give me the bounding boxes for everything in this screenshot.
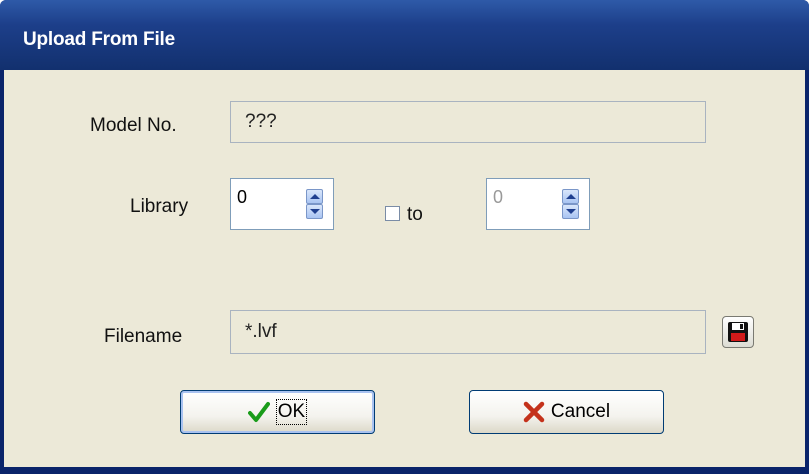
triangle-down-icon [565, 209, 576, 214]
title-bar[interactable]: Upload From File [0, 0, 809, 70]
cancel-button[interactable]: Cancel [469, 390, 664, 434]
ok-button[interactable]: OK [180, 390, 375, 434]
model-field: ??? [230, 101, 706, 143]
library-to-spinner[interactable]: 0 [486, 178, 590, 230]
browse-file-button[interactable] [722, 316, 754, 348]
library-to-value[interactable]: 0 [493, 187, 503, 208]
triangle-up-icon [309, 194, 320, 199]
window-title: Upload From File [23, 29, 175, 50]
model-label: Model No. [90, 115, 177, 136]
library-to-label[interactable]: to [407, 204, 423, 226]
dialog-body: Model No. ??? Library 0 to 0 Filename *.… [4, 70, 805, 467]
library-from-up-button[interactable] [306, 189, 323, 204]
filename-value: *.lvf [245, 321, 277, 342]
library-label: Library [130, 196, 189, 217]
floppy-disk-icon [728, 322, 748, 342]
upload-dialog: Upload From File Model No. ??? Library 0… [0, 0, 809, 474]
library-to-up-button[interactable] [562, 189, 579, 204]
library-to-spin-buttons [562, 189, 579, 219]
model-value: ??? [245, 111, 277, 132]
filename-field[interactable]: *.lvf [230, 310, 706, 354]
library-from-spin-buttons [306, 189, 323, 219]
filename-label: Filename [104, 326, 183, 347]
library-from-value[interactable]: 0 [237, 187, 247, 208]
x-icon [523, 401, 545, 423]
cancel-label: Cancel [550, 401, 611, 422]
ok-label: OK [275, 399, 308, 425]
library-to-down-button[interactable] [562, 204, 579, 219]
library-range-checkbox[interactable] [385, 206, 400, 221]
library-from-spinner[interactable]: 0 [230, 178, 334, 230]
triangle-down-icon [309, 209, 320, 214]
triangle-up-icon [565, 194, 576, 199]
checkmark-icon [247, 402, 270, 422]
library-from-down-button[interactable] [306, 204, 323, 219]
